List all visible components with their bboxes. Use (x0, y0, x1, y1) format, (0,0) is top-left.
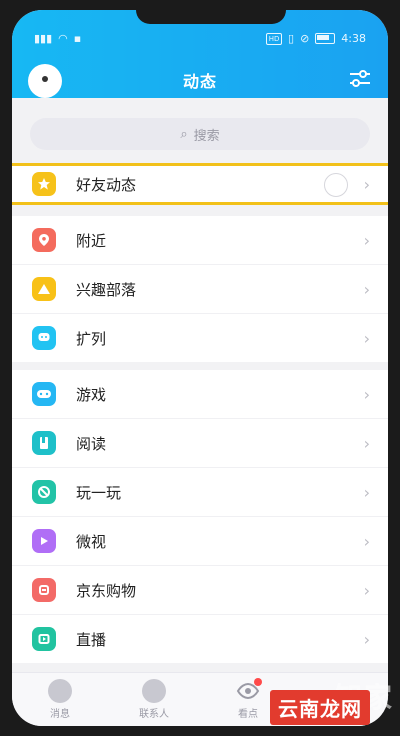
menu-item-tribe[interactable]: 兴趣部落 › (12, 265, 388, 314)
watermark-bottom: 云南龙网 (270, 690, 370, 725)
settings-icon[interactable] (348, 68, 372, 90)
search-input[interactable]: ⌕ 搜索 (30, 118, 370, 150)
nav-watch[interactable]: 看点 (218, 678, 278, 720)
star-icon (32, 172, 56, 196)
book-icon (32, 431, 56, 455)
menu-item-games[interactable]: 游戏 › (12, 370, 388, 419)
menu-label-live: 直播 (76, 631, 107, 649)
mute-icon: ⊘ (300, 32, 310, 45)
gamepad-icon (32, 382, 56, 406)
status-bar: ▮▮▮ ◠ ▪ HD ▯ ⊘ 4:38 (12, 32, 388, 48)
menu-item-nearby[interactable]: 附近 › (12, 216, 388, 265)
menu-item-live[interactable]: 直播 › (12, 615, 388, 663)
live-icon (32, 627, 56, 651)
location-icon (32, 228, 56, 252)
play-icon (32, 480, 56, 504)
search-placeholder: 搜索 (193, 128, 220, 144)
menu-group-2: 游戏 › 阅读 › 玩一玩 › 微视 › 京东购物 › 直播 › (12, 370, 388, 663)
menu-item-reading[interactable]: 阅读 › (12, 419, 388, 468)
tribe-icon (32, 277, 56, 301)
menu-item-weishi[interactable]: 微视 › (12, 517, 388, 566)
touch-indicator (324, 173, 348, 197)
nav-label-contacts: 联系人 (139, 709, 169, 720)
status-right: HD ▯ ⊘ 4:38 (266, 32, 366, 45)
chevron-right-icon: › (363, 175, 370, 194)
chevron-right-icon: › (363, 630, 370, 649)
signal-icon: ▮▮▮ (34, 32, 53, 45)
chevron-right-icon: › (363, 385, 370, 404)
chevron-right-icon: › (363, 280, 370, 299)
search-icon: ⌕ (180, 126, 188, 142)
chevron-right-icon: › (363, 483, 370, 502)
friend-feed-item[interactable]: 好友动态 › (12, 163, 388, 205)
nav-messages[interactable]: 消息 (30, 679, 90, 720)
menu-label-weishi: 微视 (76, 533, 107, 551)
menu-label-expand-list: 扩列 (76, 330, 107, 348)
wifi-icon: ◠ (58, 32, 68, 45)
menu-label-tribe: 兴趣部落 (76, 281, 137, 299)
eye-icon (236, 678, 262, 703)
menu-item-jd-shopping[interactable]: 京东购物 › (12, 566, 388, 615)
friend-feed-label: 好友动态 (76, 176, 137, 194)
chevron-right-icon: › (363, 532, 370, 551)
status-left: ▮▮▮ ◠ ▪ (34, 32, 81, 45)
hd-icon: HD (266, 32, 283, 45)
contacts-icon (142, 679, 166, 703)
status-time: 4:38 (341, 32, 366, 45)
menu-item-play[interactable]: 玩一玩 › (12, 468, 388, 517)
nav-contacts[interactable]: 联系人 (124, 679, 184, 720)
nav-label-watch: 看点 (238, 709, 258, 720)
video-icon (32, 529, 56, 553)
chevron-right-icon: › (363, 231, 370, 250)
menu-label-reading: 阅读 (76, 435, 107, 453)
chevron-right-icon: › (363, 434, 370, 453)
chevron-right-icon: › (363, 581, 370, 600)
menu-label-play: 玩一玩 (76, 484, 122, 502)
menu-group-1: 附近 › 兴趣部落 › 扩列 › (12, 216, 388, 362)
notification-badge (254, 678, 262, 686)
sim-icon: ▪ (73, 32, 82, 45)
phone-screen: ▮▮▮ ◠ ▪ HD ▯ ⊘ 4:38 动态 ⌕ 搜索 好友动态 › 附近 › … (12, 10, 388, 726)
phone-notch (136, 10, 286, 24)
menu-label-games: 游戏 (76, 386, 107, 404)
menu-label-nearby: 附近 (76, 232, 107, 250)
vibrate-icon: ▯ (288, 32, 295, 45)
nav-label-messages: 消息 (50, 709, 70, 720)
search-area: ⌕ 搜索 (12, 98, 388, 164)
messages-icon (48, 679, 72, 703)
chevron-right-icon: › (363, 329, 370, 348)
shopping-icon (32, 578, 56, 602)
battery-icon (315, 33, 336, 44)
page-title: 动态 (182, 72, 217, 91)
menu-item-expand-list[interactable]: 扩列 › (12, 314, 388, 362)
menu-label-jd-shopping: 京东购物 (76, 582, 137, 600)
chat-icon (32, 326, 56, 350)
